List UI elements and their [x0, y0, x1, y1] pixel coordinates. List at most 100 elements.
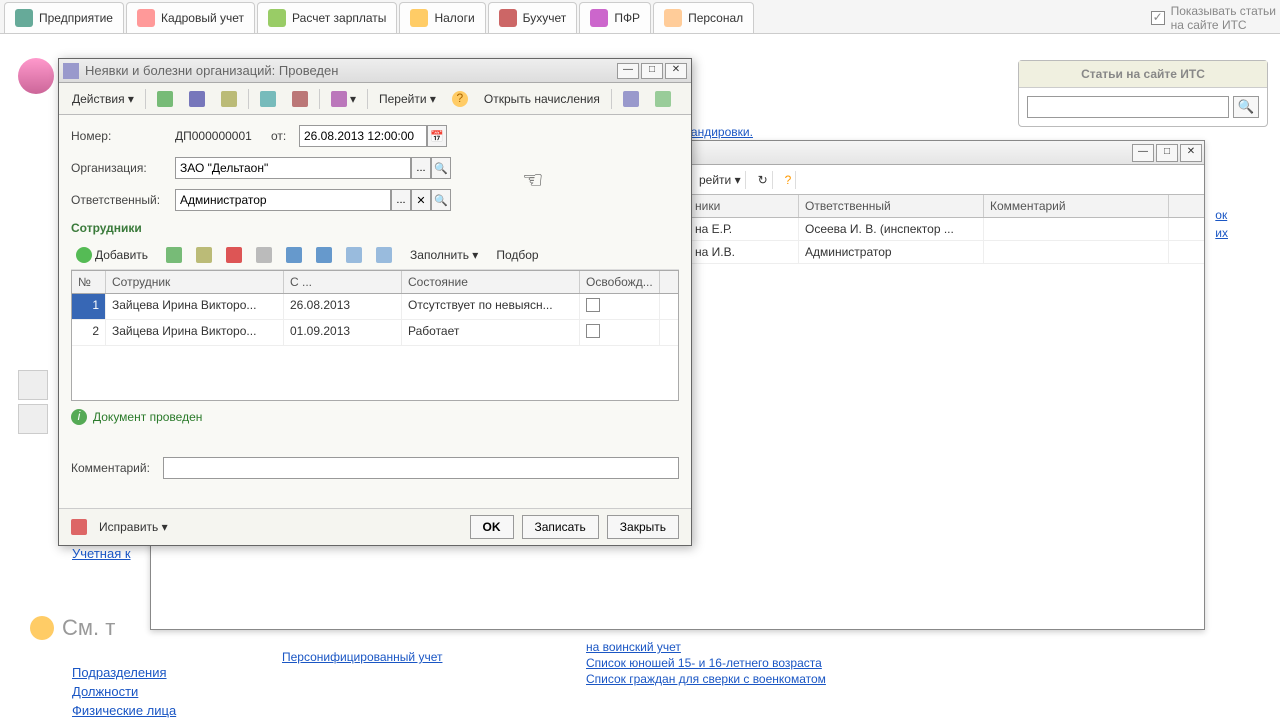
grid-row[interactable]: 1 Зайцева Ирина Викторо... 26.08.2013 От… — [72, 294, 678, 320]
link-account-card[interactable]: Учетная к — [72, 546, 176, 561]
tab-personnel[interactable]: Персонал — [653, 2, 754, 33]
grid-body: 1 Зайцева Ирина Викторо... 26.08.2013 От… — [72, 294, 678, 400]
bg-col-2[interactable]: Комментарий — [984, 195, 1169, 217]
goto-dropdown[interactable]: Перейти ▾ — [372, 88, 443, 110]
link-frag-2[interactable]: их — [1215, 226, 1228, 240]
fix-dropdown[interactable]: Исправить ▾ — [95, 518, 172, 536]
edit-row-icon[interactable] — [191, 245, 217, 265]
bg-col-1[interactable]: Ответственный — [799, 195, 984, 217]
pfr-icon — [590, 9, 608, 27]
bg-refresh-icon[interactable]: ↻ — [754, 171, 773, 189]
ok-button[interactable]: OK — [470, 515, 514, 539]
right-links-block: на воинский учет Список юношей 15- и 16-… — [586, 640, 906, 688]
grid-header: № Сотрудник С ... Состояние Освобожд... — [72, 271, 678, 294]
fg-maximize-button[interactable]: □ — [641, 63, 663, 79]
side-icon-1[interactable] — [18, 370, 48, 400]
open-calc-button[interactable]: Открыть начисления — [477, 88, 607, 110]
delete-row-icon[interactable] — [221, 245, 247, 265]
org-input[interactable] — [175, 157, 411, 179]
free-checkbox[interactable] — [586, 298, 600, 312]
show-its-label2: на сайте ИТС — [1171, 18, 1276, 32]
fg-titlebar[interactable]: Неявки и болезни организаций: Проведен —… — [59, 59, 691, 83]
copy-row-icon[interactable] — [161, 245, 187, 265]
bg-goto-button[interactable]: рейти ▾ — [695, 171, 746, 189]
link-frag-1[interactable]: ок — [1215, 208, 1228, 222]
tb-unpost-icon[interactable] — [285, 87, 315, 111]
employees-section-title: Сотрудники — [71, 221, 679, 235]
bg-help-icon[interactable]: ? — [781, 171, 797, 189]
col-num[interactable]: № — [72, 271, 106, 293]
tb-save-icon[interactable] — [182, 87, 212, 111]
org-search-icon[interactable]: 🔍 — [431, 157, 451, 179]
date-input[interactable] — [299, 125, 427, 147]
enterprise-icon — [15, 9, 33, 27]
sort-desc-icon[interactable] — [371, 245, 397, 265]
tab-enterprise[interactable]: Предприятие — [4, 2, 124, 33]
bg-col-0[interactable]: ники — [689, 195, 799, 217]
bg-maximize-button[interactable]: □ — [1156, 144, 1178, 162]
fg-minimize-button[interactable]: — — [617, 63, 639, 79]
link-military[interactable]: на воинский учет — [586, 640, 906, 654]
resp-select-button[interactable]: ... — [391, 189, 411, 211]
tab-taxes[interactable]: Налоги — [399, 2, 485, 33]
main-tab-bar: Предприятие Кадровый учет Расчет зарплат… — [0, 0, 1280, 34]
fill-dropdown[interactable]: Заполнить ▾ — [405, 246, 483, 264]
tab-hr[interactable]: Кадровый учет — [126, 2, 255, 33]
fg-close-button[interactable]: ✕ — [665, 63, 687, 79]
link-youth[interactable]: Список юношей 15- и 16-летнего возраста — [586, 656, 906, 670]
fg-title: Неявки и болезни организаций: Проведен — [85, 63, 615, 78]
link-individuals[interactable]: Физические лица — [72, 703, 176, 718]
col-employee[interactable]: Сотрудник — [106, 271, 284, 293]
resp-search-icon[interactable]: 🔍 — [431, 189, 451, 211]
grid-icon[interactable] — [251, 245, 277, 265]
free-checkbox[interactable] — [586, 324, 600, 338]
pick-button[interactable]: Подбор — [491, 246, 543, 264]
col-state[interactable]: Состояние — [402, 271, 580, 293]
comment-input[interactable] — [163, 457, 679, 479]
bg-minimize-button[interactable]: — — [1132, 144, 1154, 162]
tb-new-icon[interactable] — [150, 87, 180, 111]
save-button[interactable]: Записать — [522, 515, 599, 539]
bg-close-button[interactable]: ✕ — [1180, 144, 1202, 162]
tb-based-on-icon[interactable]: ▾ — [324, 87, 363, 111]
tb-copy-icon[interactable] — [214, 87, 244, 111]
its-title: Статьи на сайте ИТС — [1019, 61, 1267, 88]
link-sverka[interactable]: Список граждан для сверки с военкоматом — [586, 672, 906, 686]
actions-dropdown[interactable]: Действия ▾ — [65, 88, 141, 110]
grid-row[interactable]: 2 Зайцева Ирина Викторо... 01.09.2013 Ра… — [72, 320, 678, 346]
close-button[interactable]: Закрыть — [607, 515, 679, 539]
col-free[interactable]: Освобожд... — [580, 271, 660, 293]
its-search-button[interactable]: 🔍 — [1233, 96, 1259, 118]
show-its-label1: Показывать статьи — [1171, 4, 1276, 18]
resp-input[interactable] — [175, 189, 391, 211]
side-icon-2[interactable] — [18, 404, 48, 434]
its-panel: Статьи на сайте ИТС 🔍 — [1018, 60, 1268, 127]
org-select-button[interactable]: ... — [411, 157, 431, 179]
resp-label: Ответственный: — [71, 193, 175, 207]
resp-clear-icon[interactable]: ✕ — [411, 189, 431, 211]
date-picker-icon[interactable]: 📅 — [427, 125, 447, 147]
move-up-icon[interactable] — [281, 245, 307, 265]
number-value: ДП000000001 — [175, 129, 271, 143]
footer-bar: Исправить ▾ OK Записать Закрыть — [59, 508, 691, 545]
tb-view1-icon[interactable] — [616, 87, 646, 111]
tab-pfr[interactable]: ПФР — [579, 2, 651, 33]
move-down-icon[interactable] — [311, 245, 337, 265]
link-positions[interactable]: Должности — [72, 684, 176, 699]
absence-document-window: Неявки и болезни организаций: Проведен —… — [58, 58, 692, 546]
tb-help-icon[interactable]: ? — [445, 87, 475, 111]
tb-post-icon[interactable] — [253, 87, 283, 111]
show-its-checkbox[interactable]: ✓ — [1151, 11, 1165, 25]
link-departments[interactable]: Подразделения — [72, 665, 176, 680]
tab-accounting[interactable]: Бухучет — [488, 2, 578, 33]
document-icon — [63, 63, 79, 79]
col-from[interactable]: С ... — [284, 271, 402, 293]
its-search-input[interactable] — [1027, 96, 1229, 118]
tb-view2-icon[interactable] — [648, 87, 678, 111]
employees-toolbar: Добавить Заполнить ▾ Подбор — [71, 241, 679, 270]
link-persuchet[interactable]: Персонифицированный учет — [282, 650, 442, 664]
tab-payroll[interactable]: Расчет зарплаты — [257, 2, 397, 33]
add-row-button[interactable]: Добавить — [71, 245, 153, 265]
side-icons — [18, 370, 48, 438]
sort-asc-icon[interactable] — [341, 245, 367, 265]
